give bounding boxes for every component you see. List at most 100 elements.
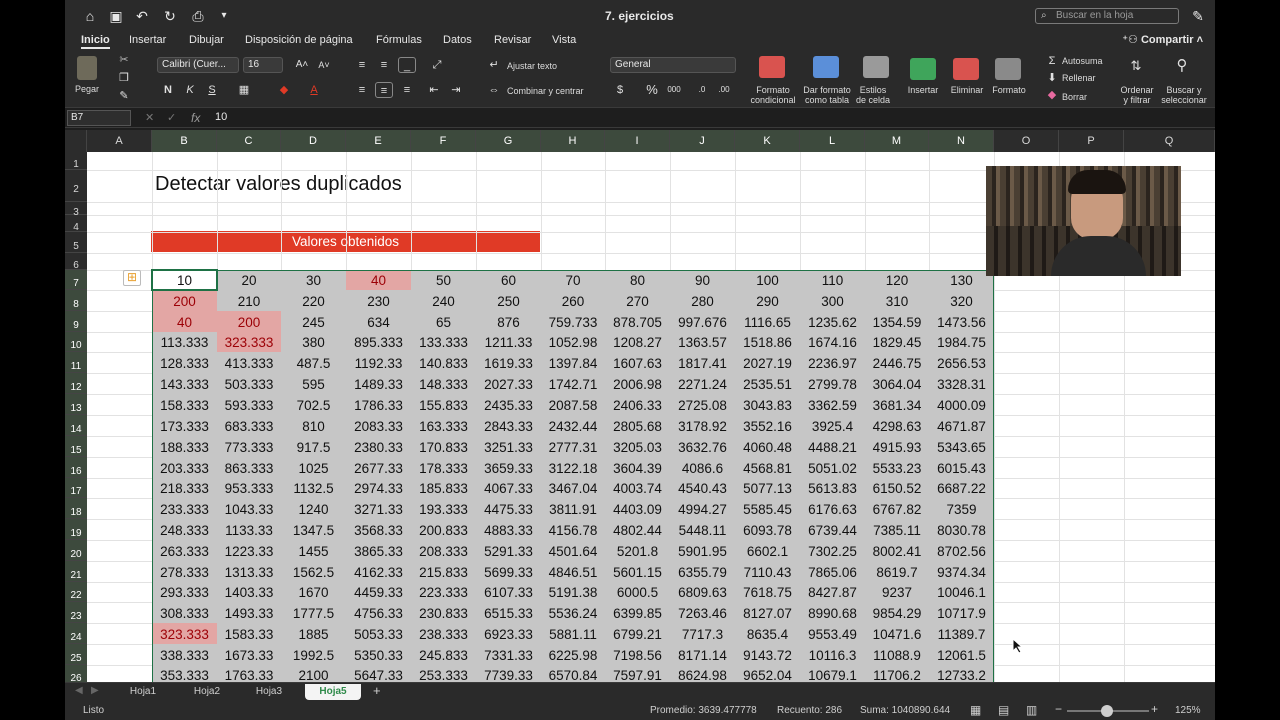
percent-icon[interactable]: % — [643, 82, 661, 98]
wrap-text-button[interactable]: Ajustar texto — [507, 61, 557, 71]
column-header-J[interactable]: J — [670, 130, 735, 152]
format-table-button[interactable]: Dar formato como tabla — [801, 85, 853, 105]
column-header-G[interactable]: G — [476, 130, 541, 152]
row-header-3[interactable]: 3 — [65, 202, 87, 218]
zoom-slider-handle[interactable] — [1101, 705, 1113, 717]
add-sheet-button[interactable]: + — [373, 683, 381, 698]
delete-button[interactable]: Eliminar — [947, 85, 987, 95]
tab-datos[interactable]: Datos — [443, 34, 472, 46]
tab-formulas[interactable]: Fórmulas — [376, 34, 422, 46]
tab-dibujar[interactable]: Dibujar — [189, 34, 224, 46]
row-header-11[interactable]: 11 — [65, 352, 87, 373]
row-header-7[interactable]: 7 — [65, 270, 87, 290]
row-header-19[interactable]: 19 — [65, 519, 87, 540]
page-layout-icon[interactable]: ▤ — [998, 703, 1009, 717]
cut-icon[interactable]: ✂ — [115, 52, 133, 68]
tab-disposicion[interactable]: Disposición de página — [245, 34, 353, 46]
copy-icon[interactable]: ❐ — [115, 70, 133, 86]
tab-inicio[interactable]: Inicio — [81, 34, 110, 49]
column-header-P[interactable]: P — [1059, 130, 1124, 152]
search-input[interactable]: ⌕ Buscar en la hoja — [1035, 8, 1179, 24]
cond-format-icon[interactable] — [759, 56, 785, 78]
row-header-21[interactable]: 21 — [65, 561, 87, 582]
row-header-4[interactable]: 4 — [65, 215, 87, 233]
cancel-icon[interactable]: ✕ — [145, 111, 154, 124]
row-header-22[interactable]: 22 — [65, 582, 87, 602]
borders-icon[interactable]: ▦ — [235, 82, 253, 98]
tab-insertar[interactable]: Insertar — [129, 34, 166, 46]
row-header-16[interactable]: 16 — [65, 457, 87, 478]
row-header-15[interactable]: 15 — [65, 436, 87, 457]
row-header-8[interactable]: 8 — [65, 290, 87, 311]
find-select-button[interactable]: Buscar y seleccionar — [1159, 85, 1209, 105]
format-button[interactable]: Formato — [989, 85, 1029, 95]
font-size-select[interactable]: 16 — [243, 57, 283, 73]
zoom-in-icon[interactable]: + — [1151, 702, 1158, 716]
increase-decimal-icon[interactable]: .0 — [693, 82, 711, 98]
tab-vista[interactable]: Vista — [552, 34, 576, 46]
print-icon[interactable]: ⎙ — [189, 7, 207, 25]
fill-icon[interactable]: ⬇ — [1043, 70, 1061, 86]
undo-icon[interactable]: ↶ — [133, 7, 151, 25]
customize-toolbar-icon[interactable]: ▾ — [215, 7, 233, 25]
feedback-icon[interactable]: ✎ — [1189, 7, 1207, 25]
paste-icon[interactable] — [77, 56, 97, 80]
decrease-indent-icon[interactable]: ⇤ — [425, 82, 443, 98]
number-format-select[interactable]: General — [610, 57, 736, 73]
row-header-2[interactable]: 2 — [65, 170, 87, 202]
fill-color-icon[interactable]: ◆ — [275, 82, 293, 98]
normal-view-icon[interactable]: ▦ — [970, 703, 981, 717]
zoom-out-icon[interactable]: − — [1055, 702, 1062, 716]
confirm-icon[interactable]: ✓ — [167, 111, 176, 124]
italic-icon[interactable]: K — [181, 82, 199, 98]
cell-styles-button[interactable]: Estilos de celda — [853, 85, 893, 105]
row-header-24[interactable]: 24 — [65, 623, 87, 644]
autosum-icon[interactable]: Σ — [1043, 53, 1061, 69]
row-header-23[interactable]: 23 — [65, 602, 87, 623]
row-header-6[interactable]: 6 — [65, 253, 87, 271]
row-header-12[interactable]: 12 — [65, 373, 87, 394]
share-button[interactable]: ⁺⚇ Compartir ˄ — [1122, 33, 1203, 46]
align-middle-icon[interactable]: ≡ — [375, 57, 393, 73]
prev-sheet-icon[interactable]: ◀ — [75, 685, 83, 696]
clear-icon[interactable]: ◆ — [1043, 87, 1061, 103]
decrease-decimal-icon[interactable]: .00 — [715, 82, 733, 98]
row-header-9[interactable]: 9 — [65, 311, 87, 332]
row-header-10[interactable]: 10 — [65, 332, 87, 352]
clear-button[interactable]: Borrar — [1062, 92, 1087, 102]
align-center-icon[interactable]: ≡ — [375, 82, 393, 98]
row-header-20[interactable]: 20 — [65, 540, 87, 561]
function-icon[interactable]: fx — [191, 111, 200, 125]
row-header-14[interactable]: 14 — [65, 415, 87, 436]
find-icon[interactable]: ⚲ — [1173, 58, 1191, 74]
align-left-icon[interactable]: ≡ — [353, 82, 371, 98]
row-header-13[interactable]: 13 — [65, 394, 87, 415]
sheet-tab-hoja1[interactable]: Hoja1 — [115, 684, 171, 700]
next-sheet-icon[interactable]: ▶ — [91, 685, 99, 696]
column-header-F[interactable]: F — [411, 130, 476, 152]
format-icon[interactable] — [995, 58, 1021, 80]
table-icon[interactable] — [813, 56, 839, 78]
sheet-tab-hoja2[interactable]: Hoja2 — [179, 684, 235, 700]
column-header-D[interactable]: D — [281, 130, 346, 152]
decrease-font-icon[interactable]: A˅ — [315, 57, 333, 73]
autosum-button[interactable]: Autosuma — [1062, 56, 1103, 66]
sort-filter-icon[interactable]: ⇅ — [1127, 58, 1145, 74]
column-header-O[interactable]: O — [994, 130, 1059, 152]
cond-format-button[interactable]: Formato condicional — [748, 85, 798, 105]
delete-icon[interactable] — [953, 58, 979, 80]
tab-revisar[interactable]: Revisar — [494, 34, 531, 46]
font-color-icon[interactable]: A — [305, 82, 323, 98]
row-header-25[interactable]: 25 — [65, 644, 87, 665]
row-header-18[interactable]: 18 — [65, 498, 87, 519]
column-header-Q[interactable]: Q — [1124, 130, 1215, 152]
column-header-N[interactable]: N — [929, 130, 994, 152]
format-painter-icon[interactable]: ✎ — [115, 88, 133, 104]
currency-icon[interactable]: $ — [611, 82, 629, 98]
redo-icon[interactable]: ↻ — [161, 7, 179, 25]
column-header-L[interactable]: L — [800, 130, 865, 152]
column-header-K[interactable]: K — [735, 130, 800, 152]
comma-icon[interactable]: 000 — [665, 82, 683, 98]
sort-filter-button[interactable]: Ordenar y filtrar — [1117, 85, 1157, 105]
column-header-H[interactable]: H — [541, 130, 605, 152]
